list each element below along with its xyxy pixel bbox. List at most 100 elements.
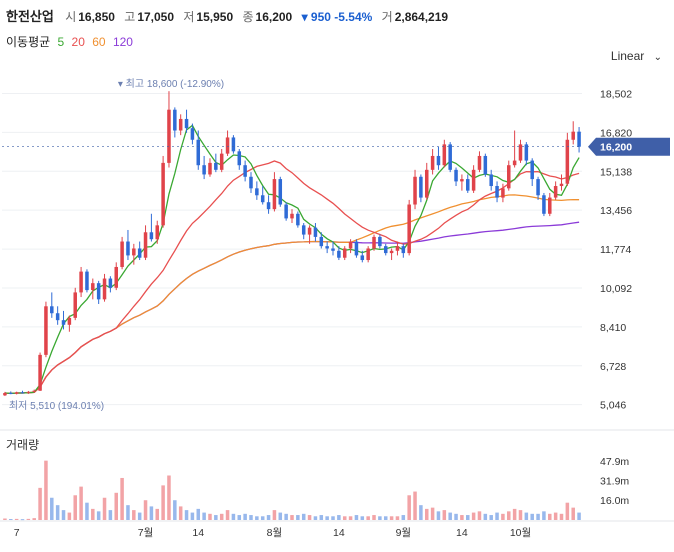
candle-body [331, 248, 335, 251]
high-annotation: ▾ 최고 18,600 (-12.90%) [118, 78, 224, 90]
time-tick-label: 14 [192, 527, 204, 539]
price-tick-label: 13,456 [600, 205, 632, 217]
time-tick-label: 14 [333, 527, 345, 539]
volume-bar [208, 513, 212, 520]
candle-body [161, 162, 165, 226]
candle-body [237, 151, 242, 166]
price-tick-label: 11,774 [600, 244, 631, 256]
volume-bar [272, 510, 277, 520]
candle-body [460, 179, 464, 182]
volume-bar [255, 516, 259, 520]
candle-body [272, 179, 277, 210]
volume-bar [518, 510, 523, 520]
volume-bar [243, 513, 247, 520]
volume-bar [161, 485, 165, 520]
volume-bar [553, 512, 558, 520]
candle-body [73, 292, 77, 318]
candle-body [559, 183, 564, 187]
candle-body [167, 109, 171, 163]
volume-bar [278, 512, 283, 520]
volume-bar [91, 508, 95, 520]
volume-bar [132, 510, 136, 520]
price-tick-label: 5,046 [600, 400, 626, 412]
candle-body [395, 246, 400, 251]
candle-body [512, 160, 517, 166]
price-axis: 18,502 16,820 15,138 13,456 11,774 10,092 8,41… [600, 88, 632, 411]
candle-body [184, 118, 189, 129]
volume-bar [44, 460, 48, 520]
candle-body [325, 246, 329, 249]
candle-body [102, 278, 107, 300]
volume-bar [20, 519, 25, 521]
volume-bar [477, 511, 482, 520]
candle-body [360, 255, 365, 261]
candle-body [208, 162, 212, 175]
candle-body [231, 137, 236, 152]
candle-body [413, 176, 417, 205]
volume-bar [565, 502, 570, 520]
candle-body [471, 169, 476, 191]
volume-bar [126, 505, 130, 520]
volume-bar [395, 516, 400, 520]
candle-body [477, 155, 482, 170]
candle-body [14, 392, 19, 394]
candle-body [38, 354, 42, 391]
candle-body [536, 179, 540, 196]
volume-bar [331, 516, 335, 520]
candle-body [284, 204, 288, 219]
candle-body [430, 155, 435, 170]
price-tick-label: 18,502 [600, 88, 632, 100]
time-tick-label: 7월 [138, 527, 154, 539]
moving-average-lines [4, 124, 580, 395]
candle-body [85, 271, 89, 291]
volume-bar [178, 506, 183, 520]
volume-bar [454, 513, 458, 520]
volume-bar [184, 510, 189, 520]
volume-bar [196, 508, 201, 520]
candle-body [342, 248, 347, 258]
volume-bar [32, 518, 36, 520]
volume-bar [79, 486, 83, 520]
candle-body [442, 144, 447, 166]
candle-body [202, 165, 206, 175]
volume-bar [290, 515, 294, 520]
volume-bar [149, 506, 154, 520]
volume-bar [507, 511, 511, 520]
candle-body [225, 137, 230, 154]
volume-bar [348, 516, 353, 520]
volume-bar [307, 515, 312, 520]
candle-body [313, 227, 318, 237]
volume-bar [483, 513, 488, 520]
volume-bar [501, 513, 505, 520]
candle-body [20, 392, 25, 394]
volume-bar [73, 495, 77, 520]
volume-bar [378, 516, 382, 520]
candle-body [354, 241, 359, 256]
candle-body [249, 176, 253, 189]
candle-body [553, 186, 558, 198]
volume-bar [559, 513, 564, 520]
candle-body [196, 139, 201, 166]
candle-body [114, 266, 118, 288]
candle-body [530, 160, 534, 180]
candle-body [120, 241, 124, 267]
volume-tick-label: 47.9m [600, 456, 629, 468]
candle-body [337, 250, 341, 258]
price-chart[interactable]: 18,502 16,820 15,138 13,456 11,774 10,092 8,41… [0, 0, 674, 552]
volume-bar [266, 515, 271, 520]
volume-bar [108, 510, 113, 520]
candle-body [483, 155, 488, 175]
volume-bar [436, 511, 441, 520]
volume-bar [424, 508, 429, 520]
candle-body [348, 241, 353, 249]
volume-bar [260, 516, 265, 520]
volume-bar [190, 512, 195, 520]
volume-bar [225, 510, 230, 520]
volume-bar [231, 513, 236, 520]
candle-body [3, 393, 7, 396]
volume-bar [577, 512, 581, 520]
candle-body [507, 165, 511, 189]
price-tick-label: 8,410 [600, 322, 626, 334]
price-tick-label: 10,092 [600, 283, 632, 295]
volume-bar [114, 492, 118, 520]
